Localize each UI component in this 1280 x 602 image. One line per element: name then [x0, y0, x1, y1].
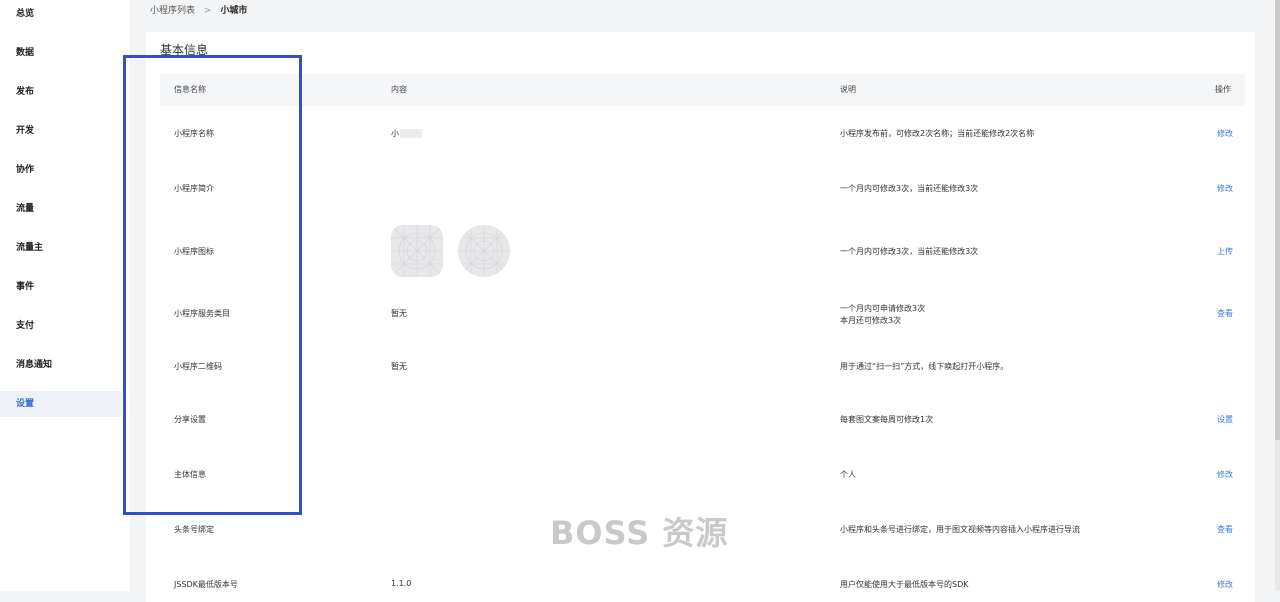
sidebar-item-traffic[interactable]: 流量 — [0, 196, 122, 222]
sidebar: 总览 数据 发布 开发 协作 流量 流量主 事件 支付 消息通知 设置 — [0, 0, 130, 591]
breadcrumb: 小程序列表 > 小城市 — [150, 0, 247, 22]
header-content: 内容 — [391, 85, 407, 94]
sidebar-item-label: 发布 — [16, 87, 35, 97]
row-name: JSSDK最低版本号 — [174, 580, 238, 589]
view-category-button[interactable]: 查看 — [1217, 308, 1233, 319]
row-desc: 每套图文案每周可修改1次 — [840, 415, 934, 424]
sidebar-item-label: 消息通知 — [16, 360, 53, 370]
upload-icon-button[interactable]: 上传 — [1217, 246, 1233, 257]
header-action: 操作 — [1215, 85, 1231, 94]
sidebar-item-label: 支付 — [16, 321, 35, 331]
sidebar-item-payment[interactable]: 支付 — [0, 313, 122, 339]
sidebar-item-events[interactable]: 事件 — [0, 274, 122, 300]
row-content: 1.1.0 — [391, 579, 412, 588]
row-desc: 用于通过“扫一扫”方式，线下唤起打开小程序。 — [840, 362, 1009, 371]
sidebar-item-notifications[interactable]: 消息通知 — [0, 352, 122, 378]
edit-jssdk-button[interactable]: 修改 — [1217, 579, 1233, 590]
sidebar-item-collaborate[interactable]: 协作 — [0, 157, 122, 183]
edit-subject-button[interactable]: 修改 — [1217, 469, 1233, 480]
sidebar-item-traffic-owner[interactable]: 流量主 — [0, 235, 122, 261]
grid-icon — [458, 225, 510, 277]
edit-name-button[interactable]: 修改 — [1217, 128, 1233, 139]
sidebar-item-label: 流量 — [16, 204, 35, 214]
sidebar-item-settings[interactable]: 设置 — [0, 391, 122, 417]
row-content: 暂无 — [391, 362, 407, 371]
row-desc: 用户仅能使用大于最低版本号的SDK — [840, 580, 969, 589]
sidebar-item-label: 协作 — [16, 165, 35, 175]
row-desc: 一个月内可修改3次，当前还能修改3次 — [840, 247, 979, 256]
sidebar-item-label: 开发 — [16, 126, 35, 136]
sidebar-item-label: 总览 — [16, 9, 35, 19]
annotation-highlight-box — [123, 55, 302, 515]
table-header: 信息名称 内容 说明 操作 — [160, 74, 1245, 106]
row-desc: 一个月内可修改3次，当前还能修改3次 — [840, 184, 979, 193]
row-desc: 小程序和头条号进行绑定，用于图文视频等内容插入小程序进行导流 — [840, 525, 1080, 534]
app-icon-square-placeholder — [391, 225, 443, 277]
sidebar-item-label: 事件 — [16, 282, 35, 292]
header-desc: 说明 — [840, 85, 856, 94]
sidebar-item-label: 数据 — [16, 48, 35, 58]
sidebar-item-label: 设置 — [16, 399, 35, 409]
row-content: 小 — [391, 128, 422, 139]
grid-icon — [391, 225, 443, 277]
row-name: 头条号绑定 — [174, 525, 214, 534]
view-binding-button[interactable]: 查看 — [1217, 524, 1233, 535]
breadcrumb-current: 小城市 — [220, 6, 248, 16]
app-icon-circle-placeholder — [458, 225, 510, 277]
row-desc: 个人 — [840, 470, 856, 479]
sidebar-item-publish[interactable]: 发布 — [0, 79, 122, 105]
watermark: BOSS 资源 — [550, 514, 729, 552]
edit-intro-button[interactable]: 修改 — [1217, 183, 1233, 194]
sidebar-item-label: 流量主 — [16, 243, 44, 253]
breadcrumb-separator: > — [203, 6, 212, 16]
blurred-name-mask — [400, 129, 422, 138]
sidebar-item-data[interactable]: 数据 — [0, 40, 122, 66]
row-desc: 小程序发布前，可修改2次名称；当前还能修改2次名称 — [840, 129, 1035, 138]
sidebar-item-overview[interactable]: 总览 — [0, 1, 122, 27]
row-desc: 一个月内可申请修改3次 — [840, 304, 926, 313]
row-desc-line2: 本月还可修改3次 — [840, 316, 902, 325]
breadcrumb-parent-link[interactable]: 小程序列表 — [150, 6, 195, 16]
share-settings-button[interactable]: 设置 — [1217, 414, 1233, 425]
sidebar-item-develop[interactable]: 开发 — [0, 118, 122, 144]
scrollbar-thumb[interactable] — [1275, 0, 1280, 440]
row-content: 暂无 — [391, 309, 407, 318]
